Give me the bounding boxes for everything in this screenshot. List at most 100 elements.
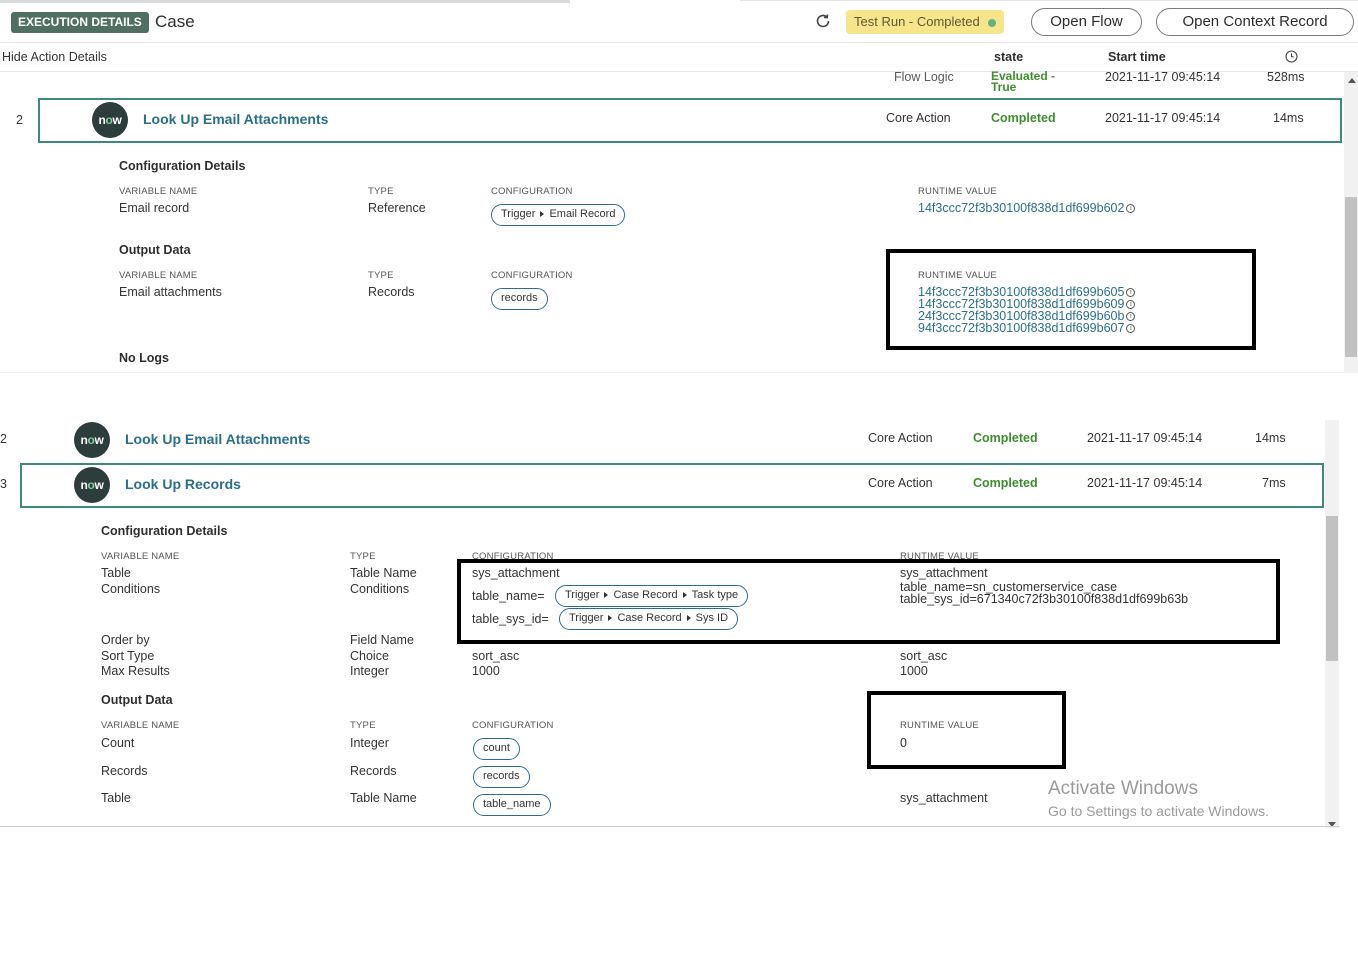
column-header-state[interactable]: state [994,50,1023,64]
execution-details-badge: EXECUTION DETAILS [11,12,149,33]
top-divider [740,0,1358,1]
action-state: Completed [991,111,1056,125]
config-pill-trigger-email-record[interactable]: Trigger Email Record [491,204,626,226]
configuration-details-title: Configuration Details [101,524,228,538]
var-sort-type: Sort Type [101,649,155,663]
hide-action-details-link[interactable]: Hide Action Details [2,50,107,64]
status-text: Test Run - Completed [854,14,980,29]
var-count: Count [101,736,135,750]
header-variable-name: VARIABLE NAME [119,270,198,281]
runtime-value[interactable]: 14f3ccc72f3b30100f838d1df699b602 [918,201,1124,215]
type-conditions: Conditions [350,582,410,596]
type-reference: Reference [368,201,426,215]
type-integer: Integer [350,664,389,678]
refresh-icon[interactable] [814,12,832,30]
column-header-start-time[interactable]: Start time [1108,50,1166,64]
config-sort-type: sort_asc [472,649,520,663]
action-duration: 14ms [1255,431,1286,445]
header-variable-name: VARIABLE NAME [101,720,180,731]
row-index: 2 [16,113,23,127]
scrollbar-thumb[interactable] [1345,197,1357,357]
runtime-sort-type: sort_asc [900,649,948,663]
config-pill-count[interactable]: count [473,738,520,760]
scroll-up-icon[interactable] [1348,78,1356,83]
row-index: 2 [0,432,7,446]
configuration-details-title: Configuration Details [119,159,246,173]
action-start-time: 2021-11-17 09:45:14 [1087,476,1203,490]
action-title-link[interactable]: Look Up Email Attachments [143,111,328,127]
var-email-attachments: Email attachments [119,285,222,299]
action-start-time: 2021-11-17 09:45:14 [1105,111,1221,125]
activate-windows-title: Activate Windows [1048,778,1198,799]
header-configuration: CONFIGURATION [491,270,573,281]
info-icon[interactable]: i [1126,204,1136,214]
action-state: Completed [973,476,1038,490]
scrollbar-thumb[interactable] [1326,516,1338,661]
scrollbar[interactable] [1344,72,1358,372]
action-type: Core Action [868,476,933,490]
type-integer: Integer [350,736,389,750]
var-max-results: Max Results [101,664,170,678]
pill-segment: Email Record [549,208,616,220]
type-choice: Choice [350,649,389,663]
action-type: Core Action [868,431,933,445]
var-records: Records [101,764,148,778]
header-configuration: CONFIGURATION [472,720,554,731]
top-progress-line [0,0,570,3]
action-start-time: 2021-11-17 09:45:14 [1087,431,1203,445]
prev-row-type: Flow Logic [894,70,954,84]
pill-segment: Trigger [501,208,536,220]
header-type: TYPE [368,186,394,197]
output-data-title: Output Data [119,243,191,257]
row-index: 3 [0,477,7,491]
servicenow-logo-icon: now [74,467,110,503]
type-records: Records [368,285,415,299]
config-pill-records[interactable]: records [491,288,548,310]
header-runtime-value: RUNTIME VALUE [918,186,997,197]
prev-row-duration: 528ms [1267,70,1305,84]
var-email-record: Email record [119,201,190,215]
header-variable-name: VARIABLE NAME [101,551,180,562]
type-field-name: Field Name [350,633,414,647]
status-badge: Test Run - Completed [846,10,1004,34]
highlight-box [457,559,1280,644]
action-title-link[interactable]: Look Up Records [125,476,241,492]
highlight-box [886,249,1256,350]
config-pill-table-name[interactable]: table_name [473,794,551,816]
servicenow-logo-icon: now [74,422,110,458]
action-title-link[interactable]: Look Up Email Attachments [125,431,310,447]
activate-windows-subtitle: Go to Settings to activate Windows. [1048,803,1269,819]
header-divider [0,42,1358,43]
config-max-results: 1000 [472,664,500,678]
panel-divider [0,372,1358,373]
action-duration: 7ms [1262,476,1286,490]
status-dot-icon [987,18,996,27]
action-state: Completed [973,431,1038,445]
page-title: Case [155,12,195,31]
highlight-box [867,691,1066,769]
runtime-table-output: sys_attachment [900,791,988,805]
type-table-name: Table Name [350,791,417,805]
output-data-title: Output Data [101,693,173,707]
caret-right-icon [540,210,545,217]
type-records: Records [350,764,397,778]
scrollbar[interactable] [1325,420,1339,828]
prev-row-start-time: 2021-11-17 09:45:14 [1105,70,1221,84]
runtime-link[interactable]: 14f3ccc72f3b30100f838d1df699b602 i [918,201,1136,215]
open-flow-button[interactable]: Open Flow [1031,8,1142,36]
action-duration: 14ms [1273,111,1304,125]
config-pill-records[interactable]: records [473,766,530,788]
var-table-output: Table [101,791,131,805]
header-configuration: CONFIGURATION [491,186,573,197]
header-type: TYPE [350,720,376,731]
prev-row-state: Evaluated - True [991,69,1056,94]
panel-bottom-border [0,826,1340,827]
open-context-record-button[interactable]: Open Context Record [1156,8,1354,36]
runtime-max-results: 1000 [900,664,928,678]
servicenow-logo-icon: now [92,102,128,138]
header-type: TYPE [368,270,394,281]
action-type: Core Action [886,111,951,125]
header-variable-name: VARIABLE NAME [119,186,198,197]
no-logs-label: No Logs [119,351,169,365]
var-order-by: Order by [101,633,150,647]
